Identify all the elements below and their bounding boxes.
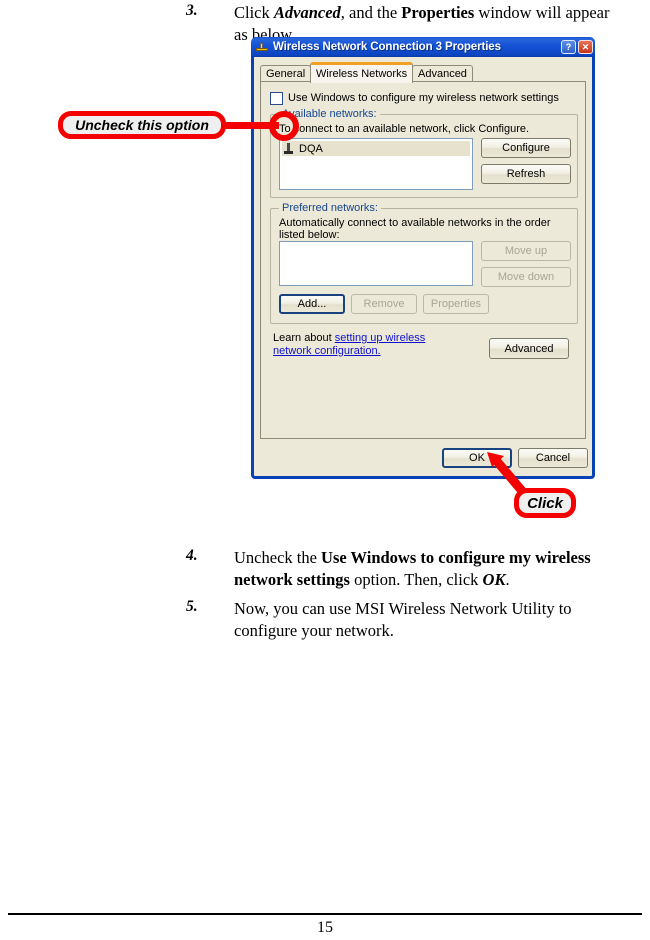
instruction-step-4: 4. Uncheck the Use Windows to configure … [186, 547, 636, 591]
use-windows-checkbox-label: Use Windows to configure my wireless net… [288, 92, 559, 104]
move-down-button[interactable]: Move down [481, 267, 571, 287]
network-adapter-icon [255, 41, 269, 54]
preferred-networks-description: Automatically connect to available netwo… [279, 217, 551, 241]
configure-button[interactable]: Configure [481, 138, 571, 158]
move-up-button[interactable]: Move up [481, 241, 571, 261]
step3-part-0: Click [234, 3, 274, 22]
step3-part-1: Advanced [273, 3, 341, 22]
step-text: Now, you can use MSI Wireless Network Ut… [234, 599, 572, 640]
footer-divider [8, 913, 642, 915]
step-number: 5. [186, 598, 198, 615]
step-text: Uncheck the Use Windows to configure my … [234, 547, 626, 591]
wireless-networks-panel: Use Windows to configure my wireless net… [260, 81, 586, 439]
wireless-network-icon [284, 143, 293, 154]
step-number: 4. [186, 547, 198, 564]
step4-part-4: . [505, 570, 510, 589]
learn-about-text: Learn about setting up wireless network … [273, 332, 463, 358]
properties-button[interactable]: Properties [423, 294, 489, 314]
dialog-title: Wireless Network Connection 3 Properties [273, 41, 501, 53]
tab-wireless-networks[interactable]: Wireless Networks [310, 62, 414, 83]
preferred-networks-title: Preferred networks: [279, 202, 381, 214]
step-number: 3. [186, 2, 198, 19]
tab-general[interactable]: General [260, 65, 312, 82]
page-number: 15 [317, 919, 333, 936]
uncheck-option-callout: Uncheck this option [58, 111, 226, 139]
step3-part-3: Properties [401, 3, 475, 22]
use-windows-checkbox-row[interactable]: Use Windows to configure my wireless net… [270, 90, 580, 106]
add-button[interactable]: Add... [279, 294, 345, 314]
help-icon[interactable]: ? [561, 40, 576, 54]
dialog-tabstrip: General Wireless Networks Advanced [260, 62, 592, 83]
advanced-button[interactable]: Advanced [489, 338, 569, 359]
step4-part-3: OK [482, 570, 506, 589]
close-icon[interactable]: ✕ [578, 40, 593, 54]
available-networks-list[interactable]: DQA [279, 138, 473, 190]
available-networks-group: Available networks: To connect to an ava… [270, 108, 578, 198]
available-networks-description: To connect to an available network, clic… [279, 123, 530, 135]
annotation-highlight-circle [269, 111, 299, 141]
step4-part-0: Uncheck the [234, 548, 322, 567]
click-callout: Click [514, 488, 576, 518]
refresh-button[interactable]: Refresh [481, 164, 571, 184]
preferred-networks-list[interactable] [279, 241, 473, 286]
dialog-titlebar[interactable]: Wireless Network Connection 3 Properties… [251, 37, 595, 57]
learn-prefix: Learn about [273, 332, 335, 344]
preferred-networks-group: Preferred networks: Automatically connec… [270, 202, 578, 324]
step4-part-2: option. Then, click [349, 570, 483, 589]
use-windows-checkbox[interactable] [270, 91, 283, 105]
wireless-network-properties-dialog: Wireless Network Connection 3 Properties… [251, 37, 595, 479]
step3-part-2: , and the [340, 3, 402, 22]
tab-advanced[interactable]: Advanced [412, 65, 473, 82]
remove-button[interactable]: Remove [351, 294, 417, 314]
list-item[interactable]: DQA [282, 141, 470, 156]
instruction-step-5: 5. Now, you can use MSI Wireless Network… [186, 598, 636, 642]
network-name: DQA [299, 142, 323, 155]
